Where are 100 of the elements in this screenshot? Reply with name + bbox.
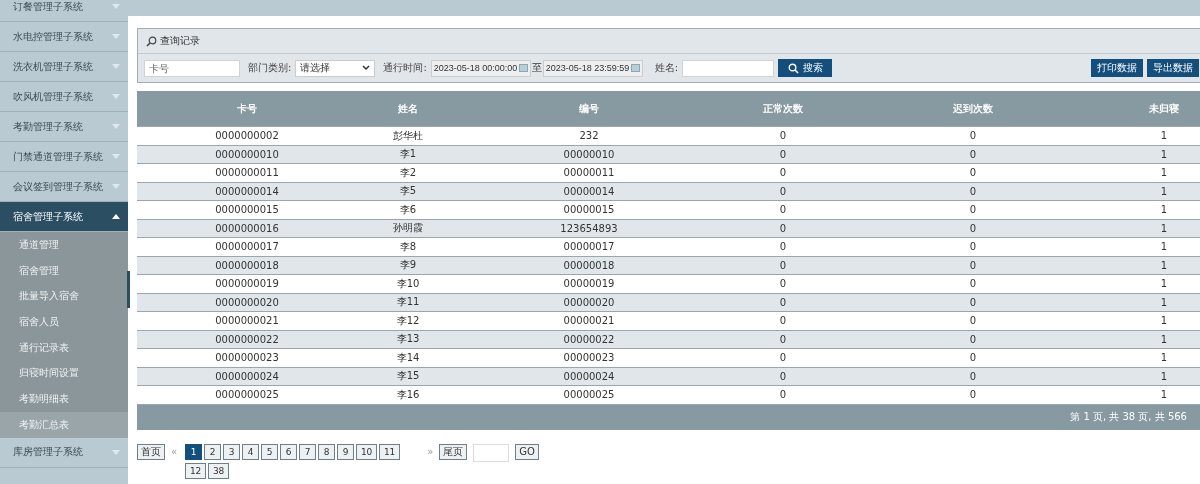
table-cell: 李1 — [357, 145, 459, 164]
column-header: 迟到次数 — [847, 91, 1099, 127]
table-cell: 00000025 — [459, 385, 719, 404]
name-label: 姓名: — [654, 61, 679, 75]
caret-icon — [112, 94, 120, 99]
page-button[interactable]: 7 — [299, 443, 317, 460]
table-cell: 0000000022 — [137, 330, 357, 349]
table-cell: 1 — [1099, 219, 1200, 238]
department-select[interactable]: 请选择 — [295, 59, 376, 77]
card-number-field[interactable]: 卡号 — [144, 59, 240, 77]
table-cell: 0 — [847, 256, 1099, 275]
table-cell: 1 — [1099, 293, 1200, 312]
column-header: 编号 — [459, 91, 719, 127]
table-cell: 李15 — [357, 367, 459, 386]
column-header: 正常次数 — [719, 91, 847, 127]
caret-icon — [112, 214, 120, 219]
caret-icon — [112, 124, 120, 129]
menu-item[interactable]: 订餐管理子系统 — [0, 0, 128, 22]
page-button[interactable]: 9 — [337, 443, 355, 460]
last-page-button[interactable]: 尾页 — [439, 443, 468, 460]
table-cell: 0 — [847, 367, 1099, 386]
page-button[interactable]: 4 — [242, 443, 260, 460]
search-icon — [146, 35, 157, 47]
go-button[interactable]: GO — [515, 443, 539, 460]
table-cell: 00000024 — [459, 367, 719, 386]
table-cell: 0 — [719, 145, 847, 164]
page-button[interactable]: 11 — [379, 443, 401, 460]
page-button[interactable]: 10 — [356, 443, 378, 460]
page-button[interactable]: 6 — [280, 443, 298, 460]
table-cell: 0 — [847, 219, 1099, 238]
table-cell: 0 — [847, 145, 1099, 164]
table-cell: 0 — [719, 219, 847, 238]
table-cell: 0000000016 — [137, 219, 357, 238]
page-button[interactable]: 12 — [185, 462, 207, 479]
table-cell: 0 — [719, 367, 847, 386]
department-label: 部门类别: — [248, 61, 292, 75]
end-date-field[interactable]: 2023-05-18 23:59:59 — [542, 59, 643, 77]
column-header: 卡号 — [137, 91, 357, 127]
column-header: 未归寝 — [1099, 91, 1200, 127]
table-cell: 1 — [1099, 330, 1200, 349]
table-cell: 0000000025 — [137, 385, 357, 404]
table-cell: 0000000018 — [137, 256, 357, 275]
table-cell: 0000000014 — [137, 182, 357, 201]
table-cell: 李5 — [357, 182, 459, 201]
caret-icon — [112, 34, 120, 39]
table-cell: 1 — [1099, 145, 1200, 164]
page-button[interactable]: 2 — [204, 443, 222, 460]
table-cell: 0000000020 — [137, 293, 357, 312]
panel-title: 查询记录 — [160, 34, 200, 48]
table-cell: 0 — [847, 182, 1099, 201]
print-button[interactable]: 打印数据 — [1091, 59, 1143, 77]
chevron-icon — [362, 65, 371, 71]
table-cell: 0 — [847, 293, 1099, 312]
table-cell: 1 — [1099, 256, 1200, 275]
caret-icon — [112, 4, 120, 9]
search-icon — [787, 62, 799, 74]
table-cell: 李9 — [357, 256, 459, 275]
collapse-handle[interactable] — [127, 271, 130, 308]
table-cell: 00000020 — [459, 293, 719, 312]
page-button[interactable]: 38 — [208, 462, 230, 479]
table-cell: 0000000024 — [137, 367, 357, 386]
table-cell: 孙明霞 — [357, 219, 459, 238]
page-button[interactable]: 5 — [261, 443, 279, 460]
table-cell: 0 — [719, 256, 847, 275]
table-cell: 0 — [847, 330, 1099, 349]
page-button[interactable]: 8 — [318, 443, 336, 460]
range-separator: 至 — [531, 61, 542, 75]
name-field[interactable] — [682, 59, 775, 77]
time-label: 通行时间: — [383, 61, 427, 75]
search-button[interactable]: 搜索 — [778, 59, 833, 77]
menu-item[interactable]: 宿舍管理子系统 — [0, 202, 128, 232]
table-cell: 00000014 — [459, 182, 719, 201]
table-cell: 00000022 — [459, 330, 719, 349]
page-summary: 第 1 页, 共 38 页, 共 566 — [1070, 410, 1187, 424]
caret-icon — [112, 184, 120, 189]
first-page-button[interactable]: 首页 — [137, 443, 165, 460]
export-button[interactable]: 导出数据 — [1147, 59, 1199, 77]
table-cell: 1 — [1099, 367, 1200, 386]
table-cell: 1 — [1099, 385, 1200, 404]
table-cell: 123654893 — [459, 219, 719, 238]
column-header: 姓名 — [357, 91, 459, 127]
caret-icon — [112, 449, 120, 455]
table-cell: 李11 — [357, 293, 459, 312]
page-button[interactable]: 1 — [185, 443, 203, 460]
table-cell: 0 — [719, 182, 847, 201]
page-number-field[interactable] — [473, 443, 510, 462]
caret-icon — [112, 64, 120, 69]
table-cell: 0 — [719, 330, 847, 349]
table-cell: 00000018 — [459, 256, 719, 275]
table-cell: 0 — [719, 385, 847, 404]
table-cell: 0 — [719, 293, 847, 312]
table-cell: 1 — [1099, 182, 1200, 201]
table-cell: 0000000010 — [137, 145, 357, 164]
table-cell: 李13 — [357, 330, 459, 349]
page-button[interactable]: 3 — [223, 443, 241, 460]
start-date-field[interactable]: 2023-05-18 00:00:00 — [430, 59, 531, 77]
table-cell: 0 — [847, 385, 1099, 404]
table-cell: 李16 — [357, 385, 459, 404]
table-cell: 00000010 — [459, 145, 719, 164]
caret-icon — [112, 154, 120, 159]
